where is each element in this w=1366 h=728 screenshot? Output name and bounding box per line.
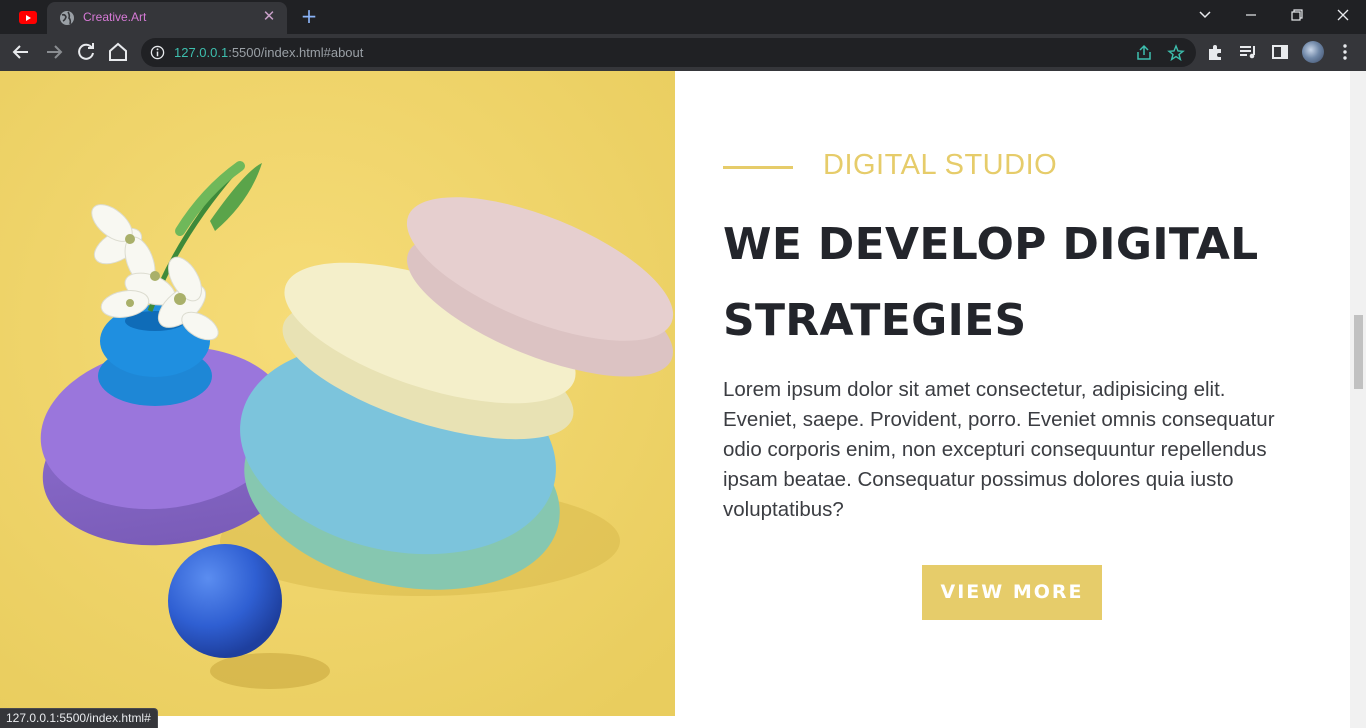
page-viewport: DIGITAL STUDIO WE DEVELOP DIGITAL STRATE…	[0, 71, 1350, 728]
side-panel-icon[interactable]	[1270, 42, 1290, 62]
tab-search-chevron-icon[interactable]	[1182, 0, 1228, 30]
active-tab[interactable]: Creative.Art ✕	[47, 2, 287, 34]
close-window-icon[interactable]	[1320, 0, 1366, 30]
browser-tab-bar: Creative.Art ✕ +	[0, 0, 1366, 34]
tab-close-icon[interactable]: ✕	[261, 8, 277, 24]
section-headline: WE DEVELOP DIGITAL STRATEGIES	[723, 219, 1259, 346]
address-bar[interactable]: 127.0.0.1:5500/index.html#about	[141, 38, 1196, 67]
youtube-icon	[19, 11, 37, 24]
forward-icon[interactable]	[42, 40, 66, 64]
url-path: :5500/index.html#about	[228, 45, 364, 60]
eyebrow-divider	[723, 166, 793, 169]
browser-toolbar: 127.0.0.1:5500/index.html#about	[0, 34, 1366, 71]
bookmark-star-icon[interactable]	[1167, 44, 1185, 62]
scrollbar-thumb[interactable]	[1354, 315, 1363, 389]
new-tab-button[interactable]: +	[299, 5, 319, 27]
restore-icon[interactable]	[1274, 0, 1320, 30]
page-scrollbar[interactable]	[1350, 71, 1366, 728]
avatar[interactable]	[1302, 41, 1324, 63]
globe-icon	[60, 11, 74, 25]
url-host: 127.0.0.1	[174, 45, 229, 60]
tab-title: Creative.Art	[83, 10, 147, 24]
pastel-shapes-image	[0, 71, 675, 716]
section-eyebrow: DIGITAL STUDIO	[823, 149, 1058, 181]
minimize-icon[interactable]	[1228, 0, 1274, 30]
reload-icon[interactable]	[74, 40, 98, 64]
share-icon[interactable]	[1135, 44, 1153, 62]
section-body-text: Lorem ipsum dolor sit amet consectetur, …	[723, 378, 1275, 521]
menu-icon[interactable]	[1335, 42, 1355, 62]
back-icon[interactable]	[9, 40, 33, 64]
view-more-button[interactable]: VIEW MORE	[922, 565, 1102, 620]
link-status-bubble: 127.0.0.1:5500/index.html#	[0, 708, 158, 728]
url-text[interactable]: 127.0.0.1:5500/index.html#about	[174, 45, 363, 60]
info-icon[interactable]	[150, 45, 165, 60]
youtube-tab[interactable]	[10, 7, 46, 27]
extensions-icon[interactable]	[1206, 42, 1226, 62]
home-icon[interactable]	[106, 40, 130, 64]
media-queue-icon[interactable]	[1238, 42, 1258, 62]
